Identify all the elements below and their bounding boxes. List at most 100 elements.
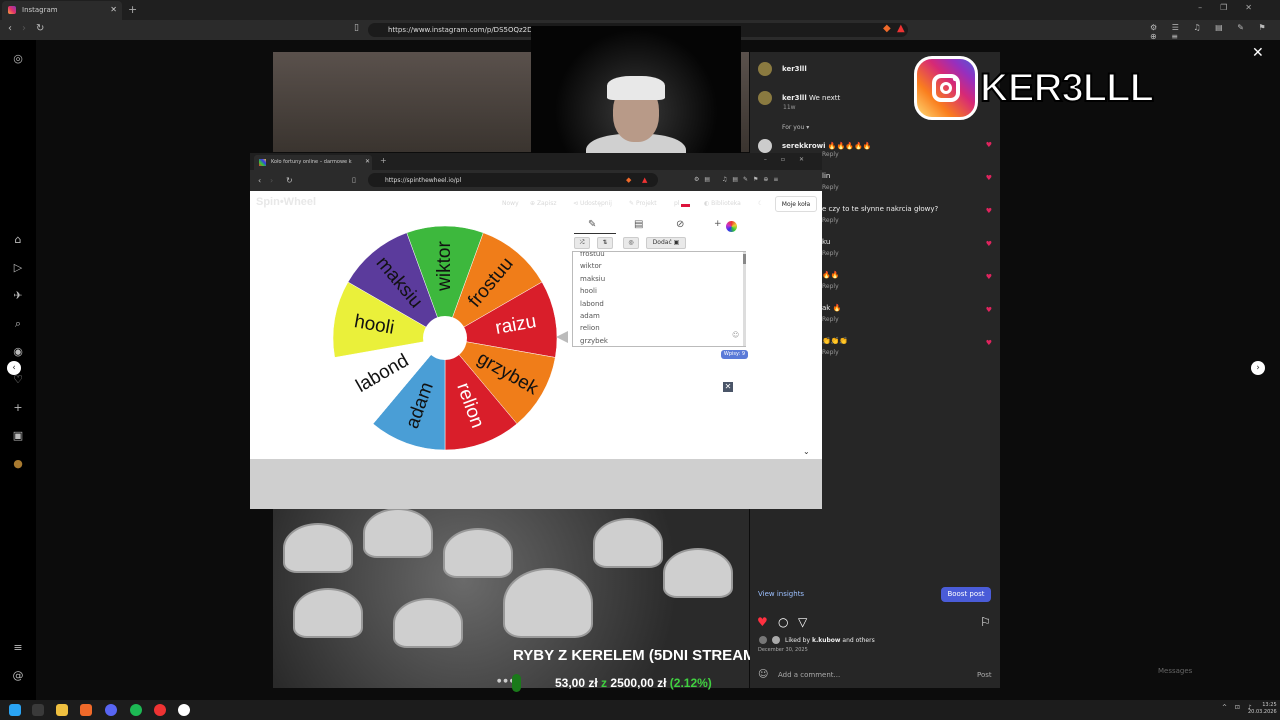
comment-icon[interactable]: ○ <box>778 615 788 629</box>
search-icon[interactable]: ⌕ <box>11 317 25 331</box>
save-icon[interactable]: ⚐ <box>980 615 991 629</box>
instagram-icon[interactable]: ◎ <box>11 52 25 65</box>
explore-icon[interactable]: ◉ <box>11 345 25 358</box>
add-wheel-icon[interactable]: + <box>714 219 722 229</box>
emoji-icon[interactable]: ☺ <box>732 331 739 339</box>
dashboard-icon[interactable]: ▣ <box>11 429 25 442</box>
reply-link[interactable]: Reply <box>822 217 839 224</box>
home-icon[interactable]: ⌂ <box>11 233 25 246</box>
maximize-icon[interactable]: ❐ <box>1220 3 1245 12</box>
chevron-down-icon[interactable]: ⌄ <box>803 447 810 456</box>
reply-link[interactable]: Reply <box>822 151 839 158</box>
post-comment-button[interactable]: Post <box>977 671 992 679</box>
post-author[interactable]: ker3lll <box>758 62 807 76</box>
store-icon[interactable] <box>32 704 44 716</box>
image-icon[interactable]: ◎ <box>623 237 639 249</box>
like-heart-icon[interactable]: ♥ <box>986 207 992 215</box>
spinwheel-logo[interactable]: Spin•Wheel <box>256 196 316 208</box>
like-heart-icon[interactable]: ♥ <box>986 141 992 149</box>
brave-rewards-icon[interactable]: ▲ <box>642 176 647 184</box>
forward-icon[interactable]: › <box>22 23 26 34</box>
liked-user[interactable]: k.kubow <box>812 637 841 644</box>
close-modal-icon[interactable]: ✕ <box>1252 45 1264 61</box>
dark-mode-icon[interactable]: ☾ <box>758 200 763 207</box>
like-icon[interactable]: ♥ <box>757 615 768 629</box>
close-window-icon[interactable]: ✕ <box>799 156 818 163</box>
messages-bar[interactable]: Messages <box>1140 664 1265 678</box>
reply-link[interactable]: Reply <box>822 316 839 323</box>
for-you-filter[interactable]: For you ▾ <box>782 124 809 131</box>
color-palette-icon[interactable] <box>726 221 737 232</box>
bookmark-icon[interactable]: ▯ <box>352 176 356 184</box>
share-icon[interactable]: ▽ <box>798 615 807 629</box>
app-icon[interactable] <box>154 704 166 716</box>
entries-textarea[interactable]: frostuu wiktor maksiu hooli labond adam relion… <box>572 251 746 347</box>
extensions-icons[interactable]: ⚙▤ ♫▤✎⚑⊕≡ <box>694 176 783 183</box>
close-tab-icon[interactable]: ✕ <box>110 5 117 14</box>
like-heart-icon[interactable]: ♥ <box>986 240 992 248</box>
comment-user[interactable]: serekkrowi <box>782 142 826 150</box>
extensions-icons[interactable]: ⚙ ☰ ♫ ▤ ✎ ⚑ ⊕ ≡ <box>1150 23 1280 41</box>
avatar[interactable] <box>758 139 772 153</box>
reels-icon[interactable]: ▷ <box>11 261 25 274</box>
window-controls[interactable]: –❐✕ <box>1198 3 1270 12</box>
close-window-icon[interactable]: ✕ <box>1245 3 1270 12</box>
reload-icon[interactable]: ↻ <box>286 176 293 185</box>
nav-save[interactable]: ⊕ Zapisz <box>530 200 556 207</box>
brave-shield-icon[interactable]: ◆ <box>883 23 891 34</box>
back-icon[interactable]: ‹ <box>258 176 261 185</box>
view-insights-link[interactable]: View insights <box>758 590 804 598</box>
new-tab-icon[interactable]: + <box>128 3 137 16</box>
inner-tab[interactable]: Koło fortuny online – darmowe k ✕ <box>254 155 372 170</box>
pencil-edit-icon[interactable]: ✎ <box>588 219 596 230</box>
emoji-icon[interactable]: ☺ <box>758 669 768 680</box>
add-image-button[interactable]: Dodać ▣ <box>646 237 686 249</box>
profile-avatar-icon[interactable]: ● <box>11 457 25 470</box>
inner-address-bar[interactable]: https://spinthewheel.io/pl <box>368 173 658 187</box>
boost-post-button[interactable]: Boost post <box>941 587 991 602</box>
nav-library[interactable]: ◐ Biblioteka <box>704 200 741 207</box>
reply-link[interactable]: Reply <box>822 184 839 191</box>
prev-post-icon[interactable]: ‹ <box>7 361 21 375</box>
sort-icon[interactable]: ⇅ <box>597 237 613 249</box>
clock[interactable]: 13:25 20.03.2026 <box>1248 702 1277 716</box>
forward-icon[interactable]: › <box>270 176 273 185</box>
nav-new[interactable]: Nowy <box>502 200 519 207</box>
start-icon[interactable] <box>9 704 21 716</box>
brave-shield-icon[interactable]: ◆ <box>626 176 631 184</box>
threads-icon[interactable]: @ <box>11 669 25 682</box>
close-ad-icon[interactable]: ✕ <box>723 382 733 392</box>
file-explorer-icon[interactable] <box>56 704 68 716</box>
nav-design[interactable]: ✎ Projekt <box>629 200 657 207</box>
add-comment-input[interactable]: Add a comment... <box>778 671 840 679</box>
reply-link[interactable]: Reply <box>822 283 839 290</box>
caption-user[interactable]: ker3lll <box>782 94 807 102</box>
avatar[interactable] <box>758 62 772 76</box>
create-icon[interactable]: + <box>11 401 25 414</box>
like-heart-icon[interactable]: ♥ <box>986 306 992 314</box>
hide-icon[interactable]: ⊘ <box>676 219 684 230</box>
spotify-icon[interactable] <box>130 704 142 716</box>
reply-link[interactable]: Reply <box>822 349 839 356</box>
obs-icon[interactable] <box>178 704 190 716</box>
clipboard-icon[interactable]: ▤ <box>634 219 643 230</box>
like-heart-icon[interactable]: ♥ <box>986 273 992 281</box>
reload-icon[interactable]: ↻ <box>36 23 44 34</box>
brave-icon[interactable] <box>80 704 92 716</box>
menu-icon[interactable]: ≡ <box>11 641 25 654</box>
close-tab-icon[interactable]: ✕ <box>365 158 370 165</box>
wheel-center[interactable] <box>423 316 467 360</box>
minimize-icon[interactable]: – <box>1198 3 1220 12</box>
maximize-icon[interactable]: ▫ <box>781 156 799 163</box>
nav-share[interactable]: ⊲ Udostępnij <box>573 200 612 207</box>
messages-icon[interactable]: ✈ <box>11 289 25 302</box>
liked-by[interactable]: Liked by k.kubow and others <box>785 637 875 644</box>
back-icon[interactable]: ‹ <box>8 23 12 34</box>
entries-scrollbar[interactable] <box>743 252 746 346</box>
my-wheels-button[interactable]: Moje koła <box>775 196 817 212</box>
minimize-icon[interactable]: – <box>764 156 781 163</box>
next-post-icon[interactable]: › <box>1251 361 1265 375</box>
bookmark-icon[interactable]: ▯ <box>354 23 359 33</box>
like-heart-icon[interactable]: ♥ <box>986 174 992 182</box>
tab-instagram[interactable]: Instagram ✕ <box>2 1 122 20</box>
